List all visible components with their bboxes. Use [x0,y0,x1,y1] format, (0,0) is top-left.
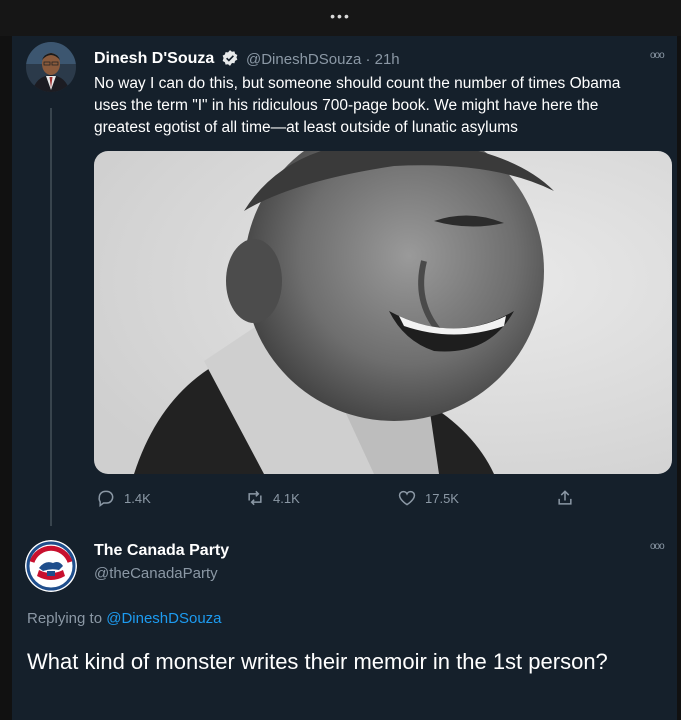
author-handle-timestamp[interactable]: @DineshDSouza · 21h [246,51,400,68]
thread-connector-line [50,108,52,526]
retweet-icon [248,490,262,506]
reply-button[interactable]: 1.4K [96,488,151,508]
share-button[interactable] [555,488,575,508]
heart-icon [398,490,416,506]
like-button[interactable]: 17.5K [397,488,459,508]
reply-more-options-icon[interactable]: ooo [650,541,665,552]
tweet-text: No way I can do this, but someone should… [94,75,621,136]
reply-author-avatar[interactable] [25,540,77,592]
retweet-button[interactable]: 4.1K [245,488,300,508]
replying-to-link[interactable]: @DineshDSouza [106,610,221,627]
replying-to-line: Replying to @DineshDSouza [27,610,222,627]
window-menu-dots[interactable]: ••• [0,8,681,24]
verified-badge-icon [221,49,239,67]
share-icon [558,490,572,505]
replying-to-label: Replying to [27,610,103,627]
reply-icon [98,490,114,507]
window-titlebar: ••• [0,0,681,36]
retweet-count: 4.1K [273,490,300,506]
author-avatar[interactable] [26,42,76,92]
reply-text: What kind of monster writes their memoir… [27,649,608,674]
reply-author-name[interactable]: The Canada Party [94,542,229,560]
window-frame-right [677,36,681,720]
reply-author-handle[interactable]: @theCanadaParty [94,565,218,582]
more-options-icon[interactable]: ooo [650,50,665,61]
author-name[interactable]: Dinesh D'Souza [94,50,214,68]
reply-count: 1.4K [124,490,151,506]
tweet-photo[interactable] [94,151,672,474]
like-count: 17.5K [425,490,459,506]
window-frame-left [0,36,12,720]
